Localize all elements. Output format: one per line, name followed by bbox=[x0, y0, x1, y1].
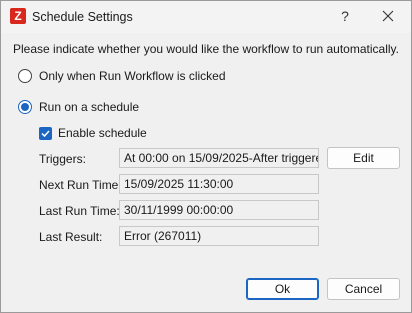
last-run-label: Last Run Time: bbox=[39, 204, 120, 218]
radio-manual[interactable] bbox=[18, 69, 32, 83]
enable-schedule-label[interactable]: Enable schedule bbox=[58, 126, 147, 140]
window-title: Schedule Settings bbox=[32, 10, 133, 24]
ok-button[interactable]: Ok bbox=[246, 278, 319, 300]
last-result-field: Error (267011) bbox=[119, 226, 319, 246]
radio-manual-label[interactable]: Only when Run Workflow is clicked bbox=[39, 69, 226, 83]
radio-schedule-label[interactable]: Run on a schedule bbox=[39, 100, 139, 114]
edit-button[interactable]: Edit bbox=[327, 147, 400, 169]
schedule-settings-dialog: Z Schedule Settings ? Please indicate wh… bbox=[0, 0, 412, 313]
enable-schedule-checkbox[interactable] bbox=[39, 126, 52, 140]
radio-schedule-option[interactable]: Run on a schedule bbox=[18, 100, 139, 114]
next-run-label: Next Run Time: bbox=[39, 178, 122, 192]
close-icon bbox=[382, 10, 394, 22]
help-icon[interactable]: ? bbox=[335, 5, 355, 27]
radio-schedule[interactable] bbox=[18, 100, 32, 114]
title-bar: Z Schedule Settings ? bbox=[1, 1, 411, 33]
close-button[interactable] bbox=[375, 5, 401, 27]
triggers-field: At 00:00 on 15/09/2025-After triggered, … bbox=[119, 148, 319, 168]
triggers-label: Triggers: bbox=[39, 152, 86, 166]
enable-schedule-option[interactable]: Enable schedule bbox=[39, 126, 147, 140]
last-result-label: Last Result: bbox=[39, 230, 103, 244]
radio-manual-option[interactable]: Only when Run Workflow is clicked bbox=[18, 69, 226, 83]
last-run-field: 30/11/1999 00:00:00 bbox=[119, 200, 319, 220]
app-icon: Z bbox=[10, 8, 26, 24]
checkmark-icon bbox=[41, 129, 50, 137]
instruction-text: Please indicate whether you would like t… bbox=[13, 42, 399, 56]
next-run-field: 15/09/2025 11:30:00 bbox=[119, 174, 319, 194]
cancel-button[interactable]: Cancel bbox=[327, 278, 400, 300]
